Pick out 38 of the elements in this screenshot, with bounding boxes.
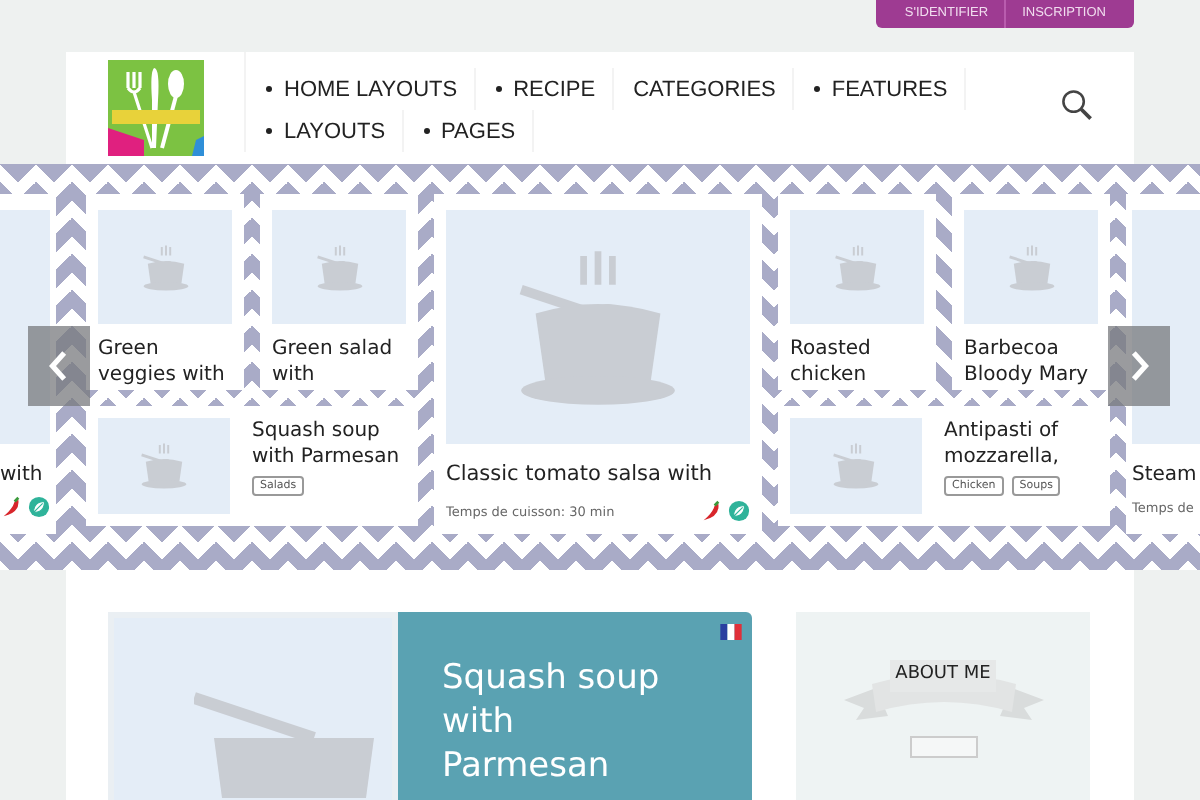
flag-icon — [720, 624, 742, 640]
recipe-title[interactable]: Green salad with — [272, 336, 406, 388]
nav-item[interactable]: LAYOUTS — [246, 110, 404, 152]
nav-item[interactable]: PAGES — [403, 110, 534, 152]
pot-icon — [137, 243, 193, 291]
pot-icon — [828, 442, 884, 490]
recipe-card[interactable]: Green veggies with — [86, 194, 244, 390]
nav-item[interactable]: FEATURES — [793, 68, 966, 110]
nav-item[interactable]: HOME LAYOUTS — [246, 68, 476, 110]
leaf-icon — [728, 500, 750, 522]
chevron-right-icon — [1126, 346, 1152, 386]
recipe-title[interactable]: Steam — [1132, 462, 1200, 488]
nav-item[interactable]: CATEGORIES — [613, 68, 794, 110]
recipe-title[interactable]: Classic tomato salsa with — [446, 462, 750, 488]
recipe-title[interactable]: Green veggies with — [98, 336, 232, 388]
pot-icon — [829, 243, 885, 291]
search-icon[interactable] — [1060, 88, 1094, 122]
pot-icon — [1003, 243, 1059, 291]
image-placeholder — [909, 736, 977, 758]
recipe-title[interactable]: Roasted chicken — [790, 336, 924, 388]
recipe-title[interactable]: Barbecoa Bloody Mary — [964, 336, 1098, 388]
previous-button[interactable] — [28, 326, 90, 406]
chevron-left-icon — [46, 346, 72, 386]
logo[interactable] — [108, 60, 204, 156]
widget-title: ABOUT ME — [889, 660, 997, 692]
recipe-card[interactable]: Roasted chicken — [778, 194, 936, 390]
chili-icon — [700, 500, 722, 522]
recipe-card[interactable]: Green salad with — [260, 194, 418, 390]
leaf-icon — [28, 496, 50, 518]
nav-item[interactable]: RECIPE — [475, 68, 614, 110]
recipe-title[interactable]: Antipasti of mozzarella, — [944, 418, 1098, 470]
pot-icon — [311, 243, 367, 291]
recipe-title[interactable]: Squash soup with Parmesan — [252, 418, 406, 470]
recipe-title[interactable]: with — [0, 462, 50, 488]
pot-icon — [136, 442, 192, 490]
chili-icon — [0, 496, 22, 518]
next-button[interactable] — [1108, 326, 1170, 406]
recipe-card[interactable]: Barbecoa Bloody Mary — [952, 194, 1110, 390]
